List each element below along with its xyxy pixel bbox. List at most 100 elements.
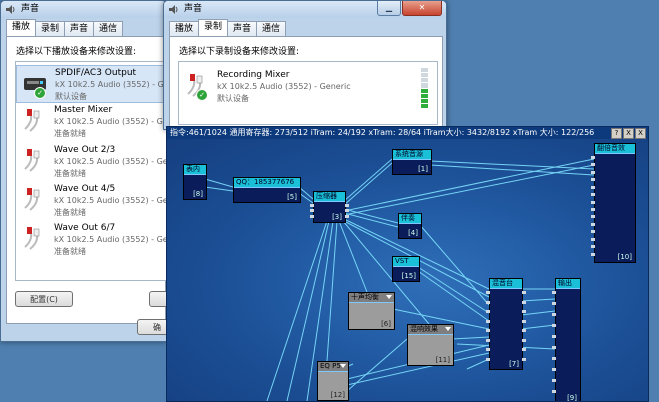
dsp-module-eq10[interactable]: 十声均衡 [6]	[348, 292, 395, 330]
set-default-button[interactable]	[149, 291, 166, 307]
connector-pin[interactable]	[552, 335, 556, 338]
connector-pin[interactable]	[310, 209, 314, 213]
device-item-spdif[interactable]: ✓ SPDIF/AC3 Output kX 10k2.5 Audio (3552…	[16, 65, 166, 103]
dsp-resource-status: 指令:461/1024 通用寄存器: 273/512 iTram: 24/192…	[170, 128, 595, 137]
device-driver: kX 10k2.5 Audio (3552) - Generic	[54, 196, 166, 205]
dsp-module-accompaniment[interactable]: 伴奏 [4]	[398, 213, 422, 239]
module-title: 系统音源	[393, 150, 431, 160]
connector-pin[interactable]	[591, 215, 595, 219]
dsp-wire	[429, 160, 595, 170]
connector-pin[interactable]	[522, 291, 526, 294]
dsp-module-epilog[interactable]: 表内 [8]	[183, 164, 207, 200]
tab-communications[interactable]: 通信	[256, 21, 287, 36]
dsp-module-compressor[interactable]: 压缩器 [3]	[310, 191, 349, 223]
configure-button[interactable]: 配置(C)	[15, 291, 73, 307]
device-name: Wave Out 4/5	[54, 184, 116, 194]
connector-pin[interactable]	[486, 310, 490, 313]
dsp-module-system-source[interactable]: 系统音源 [1]	[392, 149, 432, 175]
connector-pin[interactable]	[345, 209, 349, 213]
connector-pin[interactable]	[591, 222, 595, 226]
connector-pin[interactable]	[522, 329, 526, 332]
connector-pin[interactable]	[591, 170, 595, 174]
dsp-module-output[interactable]: 输出 [9]	[552, 278, 581, 401]
module-title: 翻倍音效	[595, 144, 635, 154]
connector-pin[interactable]	[522, 357, 526, 361]
ok-button[interactable]: 确	[137, 319, 166, 335]
device-name: Wave Out 2/3	[54, 145, 116, 155]
close-icon[interactable]: X	[635, 128, 646, 139]
connector-pin[interactable]	[345, 214, 349, 218]
connector-pin[interactable]	[591, 237, 595, 241]
device-status: 默认设备	[55, 92, 87, 101]
device-item-wave-out-45[interactable]: Wave Out 4/5 kX 10k2.5 Audio (3552) - Ge…	[16, 182, 166, 220]
connector-pin[interactable]	[552, 302, 556, 305]
device-status: 默认设备	[217, 94, 249, 103]
connector-pin[interactable]	[310, 214, 314, 218]
tab-sounds[interactable]: 声音	[227, 21, 258, 36]
connector-pin[interactable]	[591, 178, 595, 182]
dsp-module-mixer[interactable]: 混音台 [7]	[486, 278, 526, 370]
connector-pin[interactable]	[486, 319, 490, 323]
dropdown-arrow-icon[interactable]	[445, 327, 451, 331]
connector-pin[interactable]	[591, 185, 595, 189]
connector-pin[interactable]	[591, 193, 595, 197]
connector-pin[interactable]	[486, 329, 490, 332]
device-item-master-mixer[interactable]: Master Mixer kX 10k2.5 Audio (3552) - Ge…	[16, 103, 166, 141]
connector-pin[interactable]	[552, 357, 556, 360]
connector-pin[interactable]	[552, 379, 556, 382]
connector-pin[interactable]	[486, 338, 490, 342]
connector-pin[interactable]	[552, 313, 556, 316]
tab-playback[interactable]: 播放	[6, 19, 37, 36]
connector-pin[interactable]	[591, 230, 595, 234]
connector-pin[interactable]	[486, 300, 490, 304]
tab-playback[interactable]: 播放	[169, 21, 200, 36]
connector-pin[interactable]	[591, 252, 595, 256]
dsp-module-reverb[interactable]: 混响效果 [11]	[407, 324, 454, 366]
module-title: 表内	[184, 165, 206, 175]
connector-pin[interactable]	[486, 357, 490, 361]
connector-pin[interactable]	[552, 324, 556, 327]
minimize-icon[interactable]: ▁	[377, 1, 401, 16]
close-icon[interactable]: X	[623, 128, 634, 139]
connector-pin[interactable]	[552, 346, 556, 349]
dropdown-arrow-icon[interactable]	[386, 295, 392, 299]
device-item-wave-out-23[interactable]: Wave Out 2/3 kX 10k2.5 Audio (3552) - Ge…	[16, 143, 166, 181]
connector-pin[interactable]	[486, 348, 490, 351]
device-item-wave-out-67[interactable]: Wave Out 6/7 kX 10k2.5 Audio (3552) - Ge…	[16, 221, 166, 259]
tab-recording[interactable]: 录制	[35, 21, 66, 36]
connector-pin[interactable]	[591, 156, 595, 159]
dsp-canvas[interactable]: 表内 [8] QQ：185377676 [5] 压缩器 [3] 系统音源 [1]…	[167, 139, 648, 401]
connector-pin[interactable]	[522, 338, 526, 342]
help-icon[interactable]: ?	[611, 128, 622, 139]
connector-pin[interactable]	[522, 348, 526, 351]
level-segment	[421, 98, 428, 103]
dsp-module-qq[interactable]: QQ：185377676 [5]	[233, 177, 301, 203]
device-item-recording-mixer[interactable]: ✓ Recording Mixer kX 10k2.5 Audio (3552)…	[179, 68, 437, 108]
connector-pin[interactable]	[591, 200, 595, 204]
dsp-module-eq-p5[interactable]: EQ P5 [12]	[317, 361, 349, 401]
connector-pin[interactable]	[591, 245, 595, 249]
connector-pin[interactable]	[552, 390, 556, 393]
tab-sounds[interactable]: 声音	[64, 21, 95, 36]
connector-pin[interactable]	[345, 204, 349, 207]
dsp-module-vst[interactable]: VST [15]	[392, 256, 420, 282]
module-title: EQ P5	[318, 362, 348, 372]
connector-pin[interactable]	[310, 204, 314, 207]
module-index: [15]	[401, 272, 416, 280]
connector-pin[interactable]	[522, 300, 526, 304]
module-index: [10]	[617, 253, 632, 261]
connector-pin[interactable]	[486, 291, 490, 294]
connector-pin[interactable]	[552, 291, 556, 294]
connector-pin[interactable]	[591, 208, 595, 211]
device-name: Recording Mixer	[217, 70, 290, 80]
connector-pin[interactable]	[522, 319, 526, 323]
connector-pin[interactable]	[552, 368, 556, 371]
tab-recording[interactable]: 录制	[198, 19, 229, 36]
dsp-module-doubling-fx[interactable]: 翻倍音效 [10]	[591, 143, 636, 263]
connector-pin[interactable]	[591, 163, 595, 167]
dropdown-arrow-icon[interactable]	[340, 364, 346, 368]
close-icon[interactable]: ✕	[402, 1, 442, 16]
dsp-wire	[298, 186, 314, 200]
tab-communications[interactable]: 通信	[93, 21, 124, 36]
connector-pin[interactable]	[522, 310, 526, 313]
